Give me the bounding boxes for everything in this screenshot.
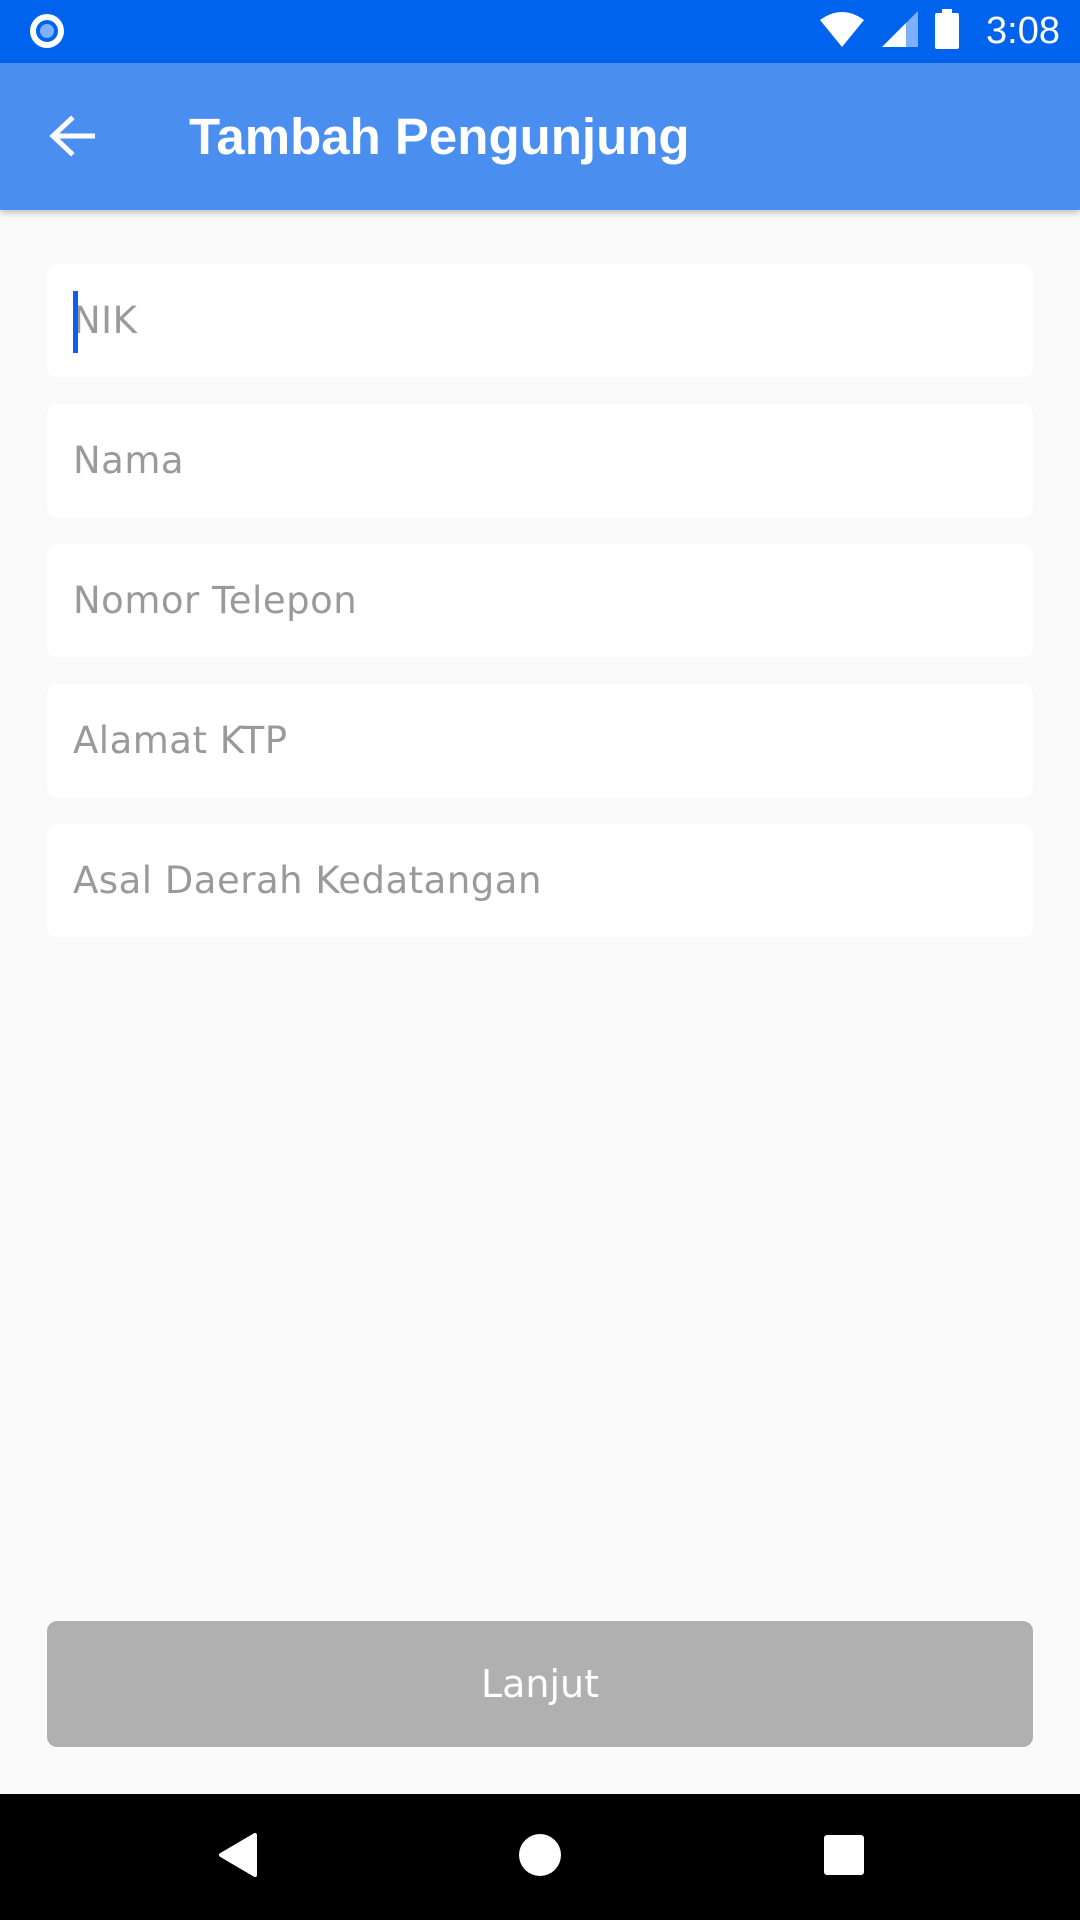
- page-title: Tambah Pengunjung: [189, 108, 690, 165]
- visitor-form: [47, 264, 1033, 964]
- app-notification-icon: [28, 12, 66, 50]
- home-circle-icon: [517, 1832, 563, 1883]
- name-field-container: [47, 404, 1033, 517]
- nav-back-button[interactable]: [177, 1794, 297, 1920]
- battery-icon: [934, 9, 960, 54]
- status-icons: 3:08: [818, 0, 1060, 63]
- name-input[interactable]: [47, 404, 1033, 517]
- status-time: 3:08: [986, 10, 1060, 52]
- next-button[interactable]: Lanjut: [47, 1621, 1033, 1747]
- system-nav-bar: [0, 1794, 1080, 1920]
- phone-number-input[interactable]: [47, 544, 1033, 657]
- nav-recents-button[interactable]: [784, 1794, 904, 1920]
- back-triangle-icon: [215, 1831, 259, 1884]
- wifi-icon: [818, 10, 866, 53]
- status-bar: 3:08: [0, 0, 1080, 63]
- recents-square-icon: [823, 1834, 865, 1881]
- nik-input[interactable]: [47, 264, 1033, 377]
- nik-field-container: [47, 264, 1033, 377]
- cellular-signal-icon: [880, 9, 920, 54]
- nav-home-button[interactable]: [480, 1794, 600, 1920]
- ktp-address-field-container: [47, 684, 1033, 797]
- origin-region-field-container: [47, 824, 1033, 937]
- ktp-address-input[interactable]: [47, 684, 1033, 797]
- arrow-back-icon: [49, 114, 96, 162]
- app-bar: Tambah Pengunjung: [0, 63, 1080, 210]
- back-button[interactable]: [30, 96, 114, 180]
- origin-region-input[interactable]: [47, 824, 1033, 937]
- phone-field-container: [47, 544, 1033, 657]
